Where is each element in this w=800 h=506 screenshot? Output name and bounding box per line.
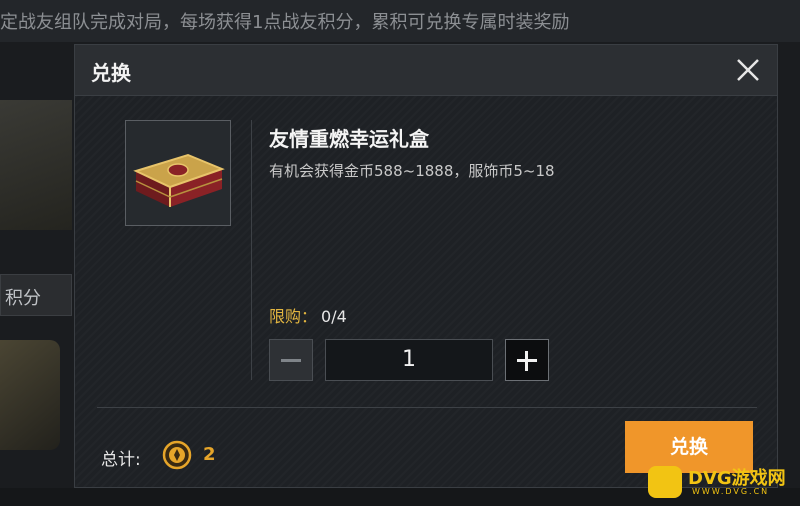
vertical-divider (251, 120, 252, 380)
item-thumbnail (125, 120, 231, 226)
watermark: DVG游戏网 WWW.DVG.CN (648, 462, 798, 502)
quantity-input[interactable]: 1 (325, 339, 493, 381)
background-points-tab[interactable]: 积分 (0, 274, 72, 316)
friendship-points-icon (161, 439, 193, 471)
minus-icon (281, 359, 301, 362)
close-button[interactable] (733, 55, 763, 85)
watermark-logo-icon (648, 466, 682, 498)
total-value: 2 (203, 444, 216, 465)
item-description: 有机会获得金币588~1888，服饰币5~18 (269, 162, 555, 180)
watermark-subtext: WWW.DVG.CN (692, 487, 770, 496)
close-icon (737, 59, 759, 81)
quantity-decrease-button[interactable] (269, 339, 313, 381)
dialog-header: 兑换 (75, 45, 777, 96)
exchange-dialog: 兑换 友情重燃幸运礼盒 有机会获得金币588~1888，服饰币5~18 限购： 0… (74, 44, 778, 488)
background-card (0, 100, 72, 230)
horizontal-divider (97, 407, 757, 408)
gift-box-icon (133, 153, 225, 207)
background-banner: 定战友组队完成对局，每场获得1点战友积分，累积可兑换专属时装奖励 (0, 0, 800, 42)
limit-label: 限购： (269, 307, 318, 326)
item-name: 友情重燃幸运礼盒 (269, 127, 429, 151)
background-points-label: 积分 (5, 288, 41, 309)
background-item (0, 340, 60, 450)
dialog-title: 兑换 (91, 61, 131, 85)
limit-value: 0/4 (321, 307, 347, 326)
total-label: 总计: (101, 450, 141, 470)
quantity-increase-button[interactable] (505, 339, 549, 381)
banner-text: 定战友组队完成对局，每场获得1点战友积分，累积可兑换专属时装奖励 (0, 12, 570, 33)
purchase-limit: 限购： 0/4 (269, 303, 347, 327)
